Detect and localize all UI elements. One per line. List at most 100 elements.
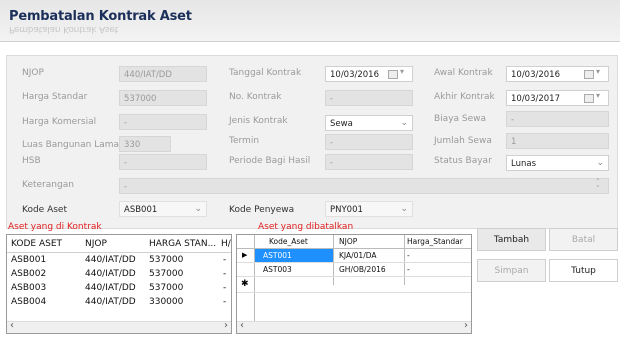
kode-aset-label: Kode Aset: [22, 205, 67, 215]
horizontal-scrollbar[interactable]: ‹ ›: [7, 320, 231, 333]
table-cell: ASB003: [11, 283, 47, 293]
akhir-kontrak-label: Akhir Kontrak: [434, 92, 495, 102]
keterangan-label: Keterangan: [22, 180, 74, 190]
table-cell: 440/IAT/DD: [85, 255, 136, 265]
aset-kontrak-caption: Aset yang di Kontrak: [8, 222, 102, 232]
periode-bagi-hasil-field[interactable]: -: [325, 154, 413, 170]
table-cell: 440/IAT/DD: [85, 283, 136, 293]
table-cell: -: [223, 297, 227, 307]
table-cell: 440/IAT/DD: [85, 269, 136, 279]
aset-dibatalkan-grid[interactable]: Kode_Aset NJOP Harga_Standar ▶ AST001 KJ…: [236, 234, 472, 334]
harga-standar-field[interactable]: 537000: [119, 90, 207, 106]
aset-kontrak-grid[interactable]: KODE ASET NJOP HARGA STAN... H/ ASB001 4…: [6, 234, 232, 334]
selected-cell[interactable]: AST001: [255, 249, 333, 262]
column-header[interactable]: H/: [221, 239, 231, 249]
batal-button[interactable]: Batal: [549, 228, 618, 251]
tutup-button[interactable]: Tutup: [549, 259, 618, 282]
kode-aset-value: ASB001: [124, 205, 158, 215]
column-header[interactable]: Harga_Standar: [407, 237, 463, 246]
jenis-kontrak-label: Jenis Kontrak: [229, 116, 288, 126]
column-header[interactable]: NJOP: [85, 239, 107, 249]
akhir-kontrak-value: 10/03/2017: [511, 94, 560, 104]
akhir-kontrak-picker[interactable]: 10/03/2017: [506, 90, 609, 106]
simpan-button[interactable]: Simpan: [477, 259, 546, 282]
tambah-button[interactable]: Tambah: [477, 228, 546, 251]
grid-header: Kode_Aset NJOP Harga_Standar: [237, 235, 471, 321]
biaya-sewa-label: Biaya Sewa: [434, 114, 487, 124]
table-cell: 537000: [149, 283, 184, 293]
harga-komersial-label: Harga Komersial: [22, 117, 97, 127]
njop-field[interactable]: 440/IAT/DD: [119, 66, 207, 82]
hsb-label: HSB: [22, 156, 41, 166]
table-cell: KJA/01/DA: [339, 251, 377, 260]
kode-penyewa-label: Kode Penyewa: [229, 205, 295, 215]
biaya-sewa-field[interactable]: -: [506, 111, 609, 127]
row-pointer-icon: ▶: [242, 251, 248, 259]
keterangan-scroll-icon[interactable]: ˄ ˅: [596, 179, 600, 193]
column-header[interactable]: NJOP: [339, 237, 357, 246]
table-cell: 537000: [149, 269, 184, 279]
njop-label: NJOP: [22, 68, 44, 78]
horizontal-scrollbar[interactable]: ‹ ›: [237, 320, 471, 333]
table-cell: -: [223, 283, 227, 293]
chevron-down-icon: ⌄: [596, 158, 604, 168]
status-bayar-dropdown[interactable]: Lunas ⌄: [506, 155, 609, 171]
aset-dibatalkan-caption: Aset yang dibatalkan: [258, 222, 354, 232]
harga-komersial-field[interactable]: -: [119, 114, 207, 130]
jumlah-sewa-field[interactable]: 1: [506, 133, 609, 149]
awal-kontrak-label: Awal Kontrak: [434, 68, 493, 78]
table-row[interactable]: ▶ AST001 KJA/01/DA -: [237, 249, 471, 263]
termin-label: Termin: [229, 136, 260, 146]
kode-aset-dropdown[interactable]: ASB001 ⌄: [119, 201, 207, 217]
table-row[interactable]: ASB004 440/IAT/DD 330000 -: [7, 295, 231, 309]
window-title: Pembatalan Kontrak Aset: [9, 9, 192, 24]
new-row-icon: ✱: [241, 279, 249, 289]
table-cell: 537000: [149, 255, 184, 265]
awal-kontrak-picker[interactable]: 10/03/2016: [506, 66, 609, 82]
table-row[interactable]: ASB003 440/IAT/DD 537000 -: [7, 281, 231, 295]
tanggal-kontrak-value: 10/03/2016: [330, 70, 379, 80]
scroll-right-icon[interactable]: ›: [224, 320, 228, 331]
status-bayar-value: Lunas: [511, 159, 536, 169]
calendar-icon: [584, 91, 600, 103]
column-header[interactable]: HARGA STAN...: [149, 239, 216, 249]
column-header[interactable]: Kode_Aset: [269, 237, 308, 246]
kode-penyewa-dropdown[interactable]: PNY001 ⌄: [325, 201, 413, 217]
new-row[interactable]: ✱: [237, 277, 471, 293]
luas-bangunan-lama-label: Luas Bangunan Lama: [22, 140, 120, 150]
calendar-icon: [584, 67, 600, 79]
table-cell: -: [223, 255, 227, 265]
table-cell: GH/OB/2016: [339, 265, 386, 274]
table-cell: ASB002: [11, 269, 47, 279]
table-cell: ASB001: [11, 255, 47, 265]
window-title-reflection: Pembatalan Kontrak Aset: [9, 24, 119, 34]
keterangan-field[interactable]: -: [119, 178, 609, 194]
scroll-left-icon[interactable]: ‹: [10, 320, 14, 331]
table-cell: 440/IAT/DD: [85, 297, 136, 307]
jenis-kontrak-value: Sewa: [330, 119, 353, 129]
termin-field[interactable]: -: [325, 134, 413, 150]
column-header[interactable]: KODE ASET: [11, 239, 62, 249]
calendar-icon: [388, 67, 404, 79]
scroll-right-icon[interactable]: ›: [464, 320, 468, 331]
tanggal-kontrak-label: Tanggal Kontrak: [229, 68, 302, 78]
table-row[interactable]: ASB001 440/IAT/DD 537000 -: [7, 253, 231, 267]
table-cell: -: [407, 251, 410, 260]
luas-bangunan-lama-field[interactable]: 330: [119, 136, 171, 152]
tanggal-kontrak-picker[interactable]: 10/03/2016: [325, 66, 413, 82]
status-bayar-label: Status Bayar: [434, 156, 492, 166]
table-cell: 330000: [149, 297, 184, 307]
chevron-down-icon: ⌄: [400, 118, 408, 128]
chevron-down-icon: ⌄: [194, 204, 202, 214]
scroll-left-icon[interactable]: ‹: [240, 320, 244, 331]
awal-kontrak-value: 10/03/2016: [511, 70, 560, 80]
table-cell: -: [407, 265, 410, 274]
table-row[interactable]: ASB002 440/IAT/DD 537000 -: [7, 267, 231, 281]
hsb-field[interactable]: -: [119, 154, 207, 170]
table-row[interactable]: AST003 GH/OB/2016 -: [237, 263, 471, 277]
grid-header: KODE ASET NJOP HARGA STAN... H/: [7, 235, 231, 253]
jenis-kontrak-dropdown[interactable]: Sewa ⌄: [325, 115, 413, 131]
harga-standar-label: Harga Standar: [22, 92, 88, 102]
no-kontrak-field[interactable]: -: [325, 90, 413, 106]
jumlah-sewa-label: Jumlah Sewa: [434, 136, 492, 146]
